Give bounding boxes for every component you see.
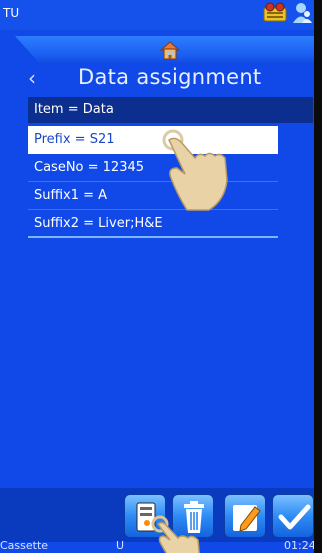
home-icon[interactable]	[159, 39, 181, 61]
device-screen: TU ‹ Data assignment Item = Data Prefix …	[0, 0, 322, 553]
touch-hand-icon-2	[151, 515, 200, 553]
confirm-button[interactable]	[272, 494, 314, 538]
page-title: Data assignment	[78, 65, 262, 89]
user-label: TU	[3, 6, 20, 20]
status-bar: TU	[0, 0, 314, 30]
checkmark-icon	[278, 504, 311, 530]
list-item-suffix1[interactable]: Suffix1 = A	[28, 182, 278, 210]
back-chevron-icon[interactable]: ‹	[28, 66, 36, 90]
screen-edge	[314, 0, 322, 553]
footer-time: 01:24	[284, 539, 316, 552]
list-item-caseno[interactable]: CaseNo = 12345	[28, 154, 278, 182]
home-bar	[15, 36, 314, 64]
edit-icon	[233, 505, 261, 532]
touch-hand-icon	[162, 129, 228, 211]
edit-button[interactable]	[224, 494, 266, 538]
title-bar: ‹ Data assignment	[0, 65, 314, 96]
cassette-printer-icon[interactable]	[263, 2, 287, 22]
list-item-prefix[interactable]: Prefix = S21	[28, 126, 278, 154]
list-item-suffix2[interactable]: Suffix2 = Liver;H&E	[28, 210, 278, 238]
user-group-icon[interactable]	[292, 2, 312, 24]
footer-mode-label: Cassette	[0, 539, 49, 552]
